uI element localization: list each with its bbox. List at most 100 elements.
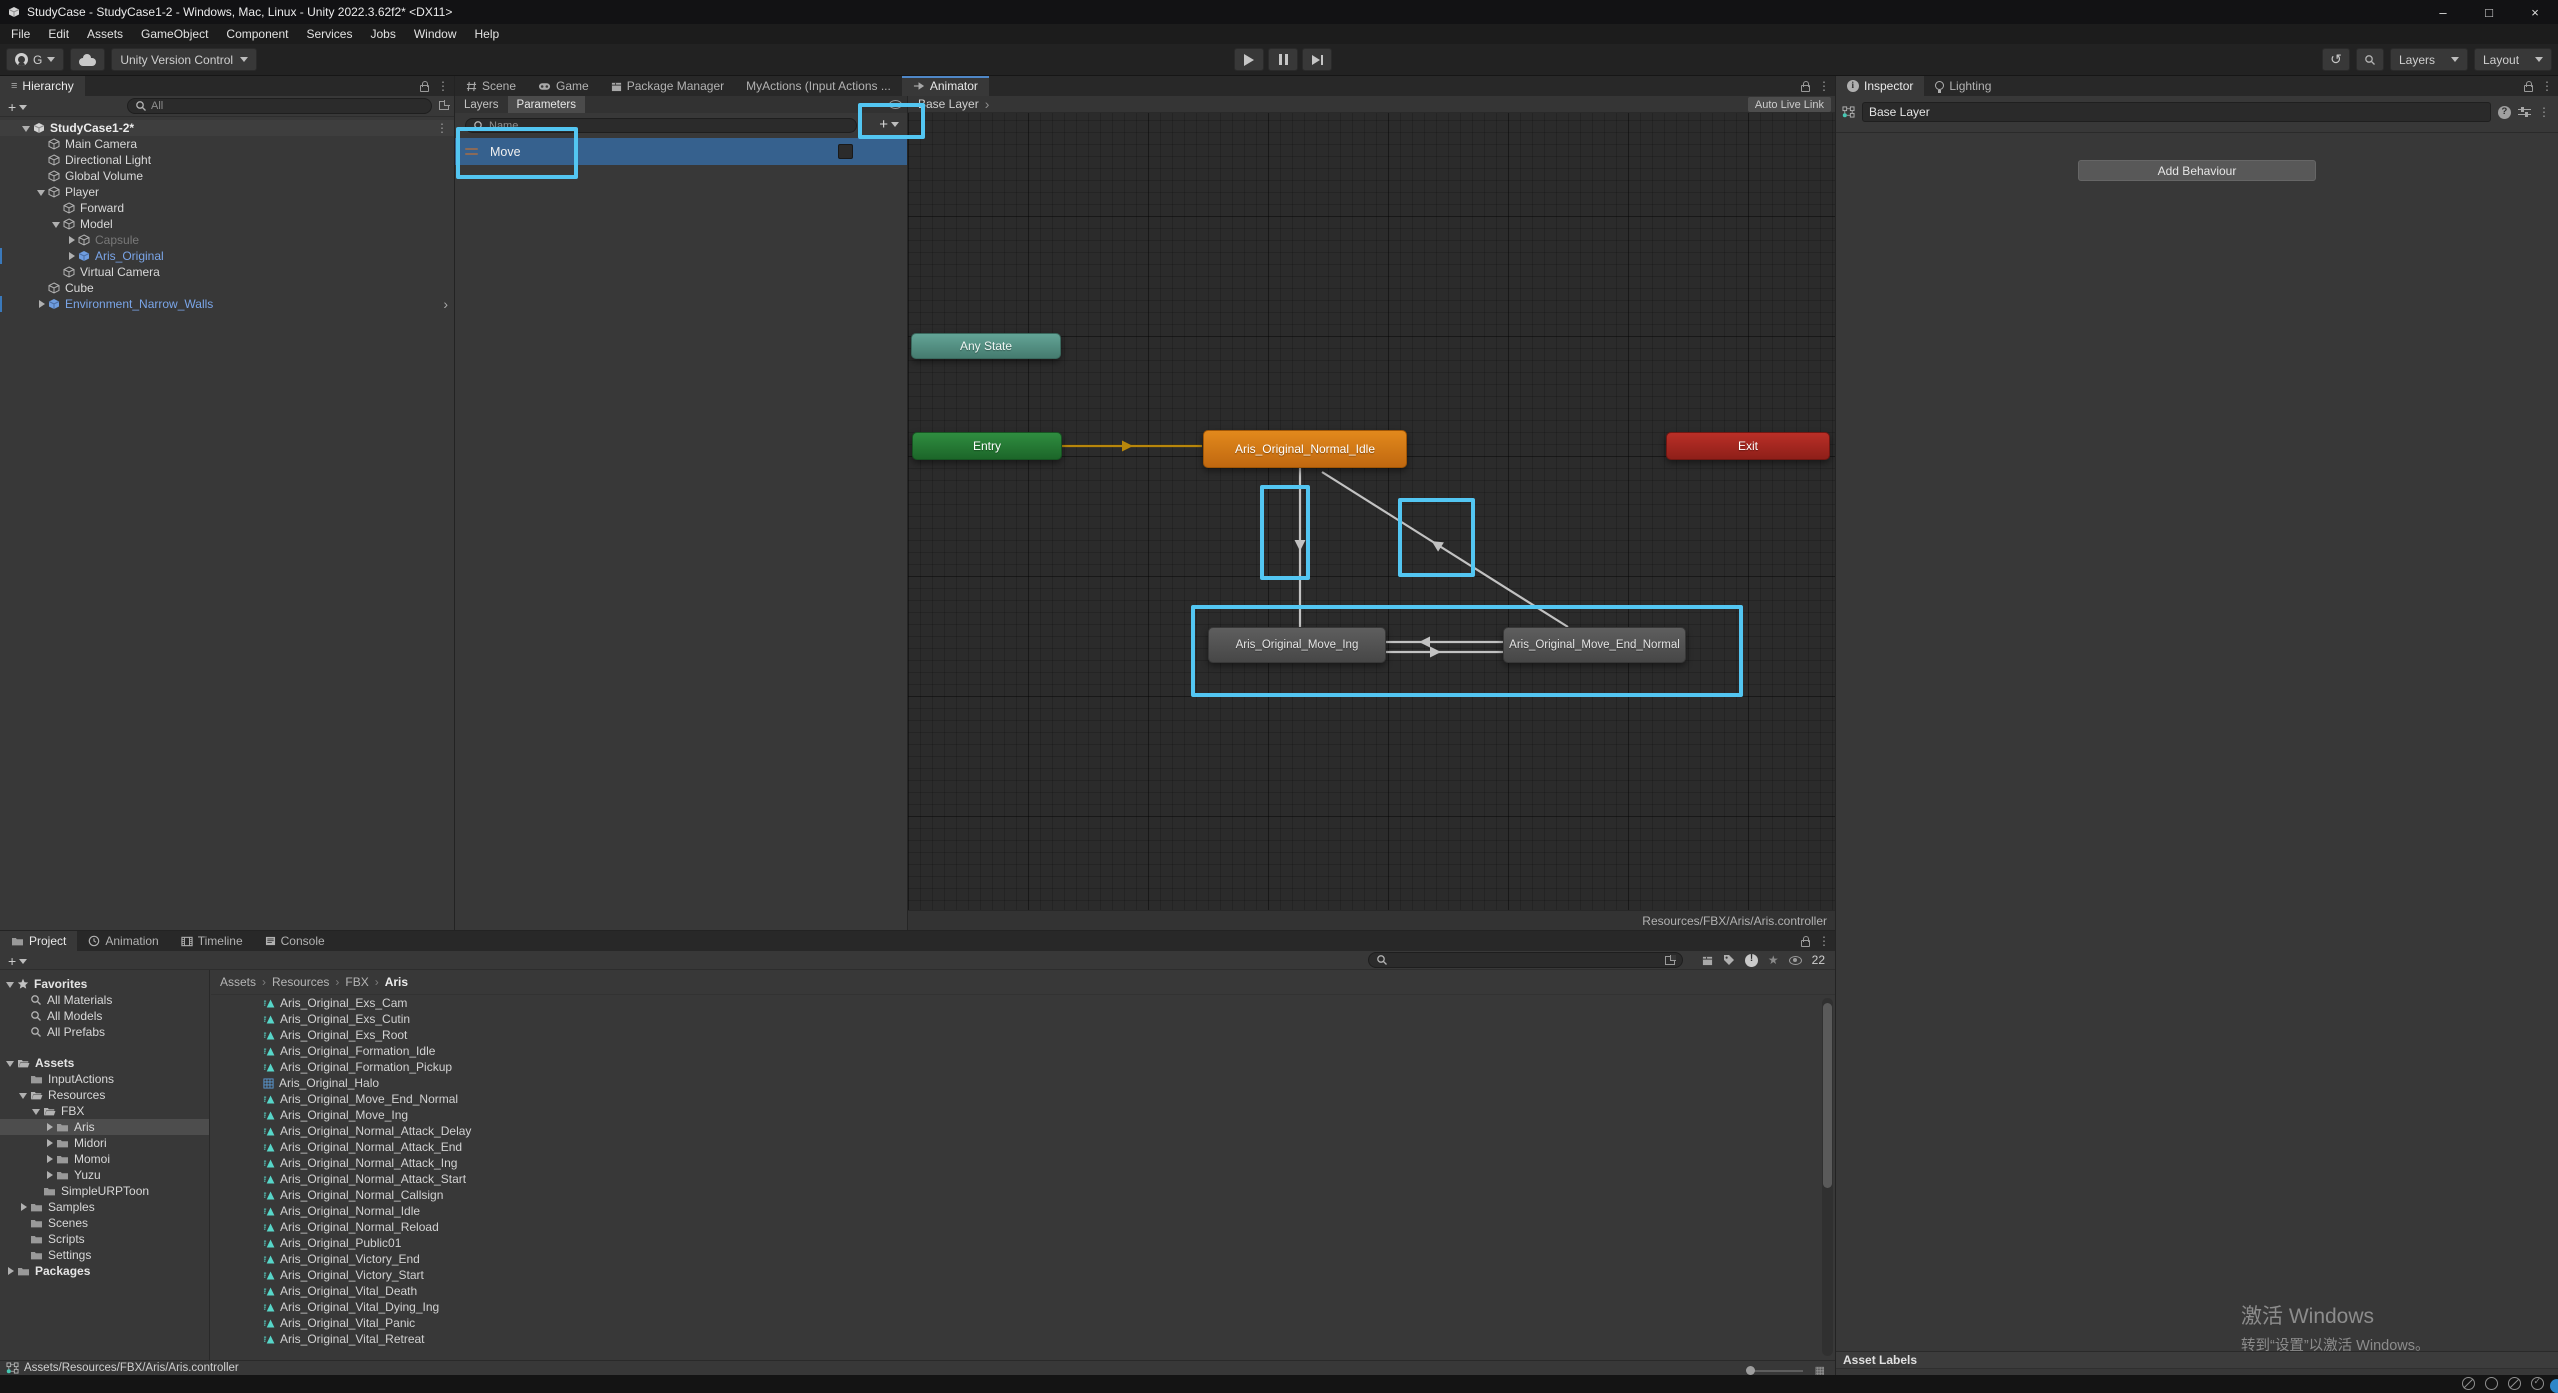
undo-history-button[interactable]: ↺	[2322, 48, 2350, 71]
kebab-icon[interactable]: ⋮	[1818, 934, 1830, 948]
add-gameobject-button[interactable]: +	[8, 99, 27, 115]
notifications-muted-icon[interactable]	[2462, 1377, 2475, 1390]
menu-assets[interactable]: Assets	[78, 24, 132, 44]
auto-live-link-button[interactable]: Auto Live Link	[1748, 97, 1831, 112]
expand-arrow[interactable]	[43, 1151, 56, 1167]
tab-hierarchy[interactable]: ≡ Hierarchy	[0, 76, 85, 96]
kebab-icon[interactable]: ⋮	[2538, 105, 2550, 119]
asset-aris-original-move-ing[interactable]: Aris_Original_Move_Ing	[211, 1107, 1835, 1123]
asset-labels-header[interactable]: Asset Labels	[1836, 1351, 2558, 1369]
asset-aris-original-formation-pickup[interactable]: Aris_Original_Formation_Pickup	[211, 1059, 1835, 1075]
expand-arrow[interactable]	[4, 1055, 17, 1071]
hierarchy-search-input[interactable]: All	[127, 98, 432, 114]
lock-icon[interactable]	[1801, 85, 1810, 92]
tab-console[interactable]: Console	[254, 931, 336, 951]
layers-dropdown[interactable]: Layers	[2390, 48, 2468, 71]
breadcrumb-assets[interactable]: Assets	[220, 975, 256, 989]
menu-window[interactable]: Window	[405, 24, 466, 44]
asset-aris-original-formation-idle[interactable]: Aris_Original_Formation_Idle	[211, 1043, 1835, 1059]
project-tree-item-yuzu[interactable]: Yuzu	[0, 1167, 209, 1183]
project-search-input[interactable]	[1368, 952, 1683, 968]
hierarchy-item-aris-original[interactable]: Aris_Original	[0, 248, 454, 264]
step-button[interactable]	[1302, 48, 1332, 71]
project-tree-item-packages[interactable]: Packages	[0, 1263, 209, 1279]
hierarchy-item-virtual-camera[interactable]: Virtual Camera	[0, 264, 454, 280]
tab-layers[interactable]: Layers	[455, 96, 508, 113]
breadcrumb-aris[interactable]: Aris	[385, 975, 408, 989]
project-tree-item-simpleurptoon[interactable]: SimpleURPToon	[0, 1183, 209, 1199]
project-tree-item-fbx[interactable]: FBX	[0, 1103, 209, 1119]
menu-services[interactable]: Services	[297, 24, 361, 44]
asset-aris-original-vital-dying-ing[interactable]: Aris_Original_Vital_Dying_Ing	[211, 1299, 1835, 1315]
kebab-icon[interactable]: ⋮	[1818, 79, 1830, 93]
hierarchy-item-forward[interactable]: Forward	[0, 200, 454, 216]
project-tree-item-samples[interactable]: Samples	[0, 1199, 209, 1215]
asset-aris-original-exs-cutin[interactable]: Aris_Original_Exs_Cutin	[211, 1011, 1835, 1027]
asset-aris-original-vital-death[interactable]: Aris_Original_Vital_Death	[211, 1283, 1835, 1299]
kebab-icon[interactable]: ⋮	[2541, 79, 2553, 93]
lock-icon[interactable]	[1801, 940, 1810, 947]
expand-arrow[interactable]	[65, 232, 78, 248]
account-button[interactable]: G	[6, 48, 64, 71]
expand-arrow[interactable]	[35, 184, 48, 200]
expand-arrow[interactable]	[30, 1103, 43, 1119]
project-tree-item-settings[interactable]: Settings	[0, 1247, 209, 1263]
layer-name-field[interactable]: Base Layer	[1862, 102, 2491, 122]
layers-status-icon[interactable]	[2485, 1377, 2498, 1390]
project-tree-item-midori[interactable]: Midori	[0, 1135, 209, 1151]
parameter-search-input[interactable]: Name	[465, 118, 857, 133]
asset-aris-original-public01[interactable]: Aris_Original_Public01	[211, 1235, 1835, 1251]
project-tree-item-assets[interactable]: Assets	[0, 1055, 209, 1071]
ok-status-icon[interactable]	[2531, 1377, 2544, 1390]
expand-arrow[interactable]	[4, 1263, 17, 1279]
minimize-button[interactable]: –	[2420, 0, 2466, 24]
menu-file[interactable]: File	[2, 24, 39, 44]
kebab-icon[interactable]: ⋮	[436, 121, 448, 135]
parameter-row-move[interactable]: Move	[455, 138, 907, 165]
help-icon[interactable]	[2498, 106, 2511, 119]
project-tree-item-all-prefabs[interactable]: All Prefabs	[0, 1024, 209, 1040]
asset-aris-original-victory-end[interactable]: Aris_Original_Victory_End	[211, 1251, 1835, 1267]
tab-timeline[interactable]: Timeline	[170, 931, 254, 951]
version-control-button[interactable]: Unity Version Control	[111, 48, 257, 71]
cloud-button[interactable]	[70, 48, 105, 71]
breadcrumb-base-layer[interactable]: Base Layer	[918, 97, 979, 111]
hierarchy-item-capsule[interactable]: Capsule	[0, 232, 454, 248]
menu-help[interactable]: Help	[466, 24, 509, 44]
state-machine-graph[interactable]: Base Layer › Auto Live Link Any StateEnt…	[908, 96, 1835, 930]
asset-aris-original-normal-callsign[interactable]: Aris_Original_Normal_Callsign	[211, 1187, 1835, 1203]
hierarchy-item-environment-narrow-walls[interactable]: Environment_Narrow_Walls›	[0, 296, 454, 312]
project-tree-item-momoi[interactable]: Momoi	[0, 1151, 209, 1167]
layout-dropdown[interactable]: Layout	[2474, 48, 2552, 71]
state-node-any-state[interactable]: Any State	[911, 333, 1061, 359]
asset-aris-original-halo[interactable]: Aris_Original_Halo	[211, 1075, 1835, 1091]
asset-aris-original-normal-reload[interactable]: Aris_Original_Normal_Reload	[211, 1219, 1835, 1235]
project-tree-item-all-materials[interactable]: All Materials	[0, 992, 209, 1008]
star-filter-icon[interactable]: ★	[1768, 953, 1779, 967]
kebab-icon[interactable]: ⋮	[437, 79, 449, 93]
hierarchy-item-studycase1-2[interactable]: StudyCase1-2*⋮	[0, 120, 454, 136]
drag-handle-icon[interactable]	[465, 148, 478, 155]
lock-icon[interactable]	[420, 85, 429, 92]
refresh-disabled-icon[interactable]	[2508, 1377, 2521, 1390]
parameter-bool-checkbox[interactable]	[838, 144, 853, 159]
label-filter-icon[interactable]	[1723, 954, 1735, 966]
tab-lighting[interactable]: Lighting	[1924, 76, 2002, 96]
pause-button[interactable]	[1268, 48, 1298, 71]
project-tree-item-aris[interactable]: Aris	[0, 1119, 209, 1135]
breadcrumb-resources[interactable]: Resources	[272, 975, 329, 989]
add-behaviour-button[interactable]: Add Behaviour	[2078, 160, 2316, 181]
asset-aris-original-exs-root[interactable]: Aris_Original_Exs_Root	[211, 1027, 1835, 1043]
hierarchy-item-player[interactable]: Player	[0, 184, 454, 200]
add-parameter-button[interactable]: +	[879, 116, 899, 133]
asset-aris-original-normal-attack-end[interactable]: Aris_Original_Normal_Attack_End	[211, 1139, 1835, 1155]
expand-arrow[interactable]	[4, 976, 17, 992]
tab-animator[interactable]: Animator	[902, 76, 989, 96]
project-tree-item-favorites[interactable]: Favorites	[0, 976, 209, 992]
asset-aris-original-victory-start[interactable]: Aris_Original_Victory_Start	[211, 1267, 1835, 1283]
hierarchy-item-directional-light[interactable]: Directional Light	[0, 152, 454, 168]
slider-knob[interactable]	[1746, 1366, 1755, 1375]
tab-inspector[interactable]: Inspector	[1836, 76, 1924, 96]
asset-aris-original-move-end-normal[interactable]: Aris_Original_Move_End_Normal	[211, 1091, 1835, 1107]
asset-aris-original-exs-cam[interactable]: Aris_Original_Exs_Cam	[211, 995, 1835, 1011]
